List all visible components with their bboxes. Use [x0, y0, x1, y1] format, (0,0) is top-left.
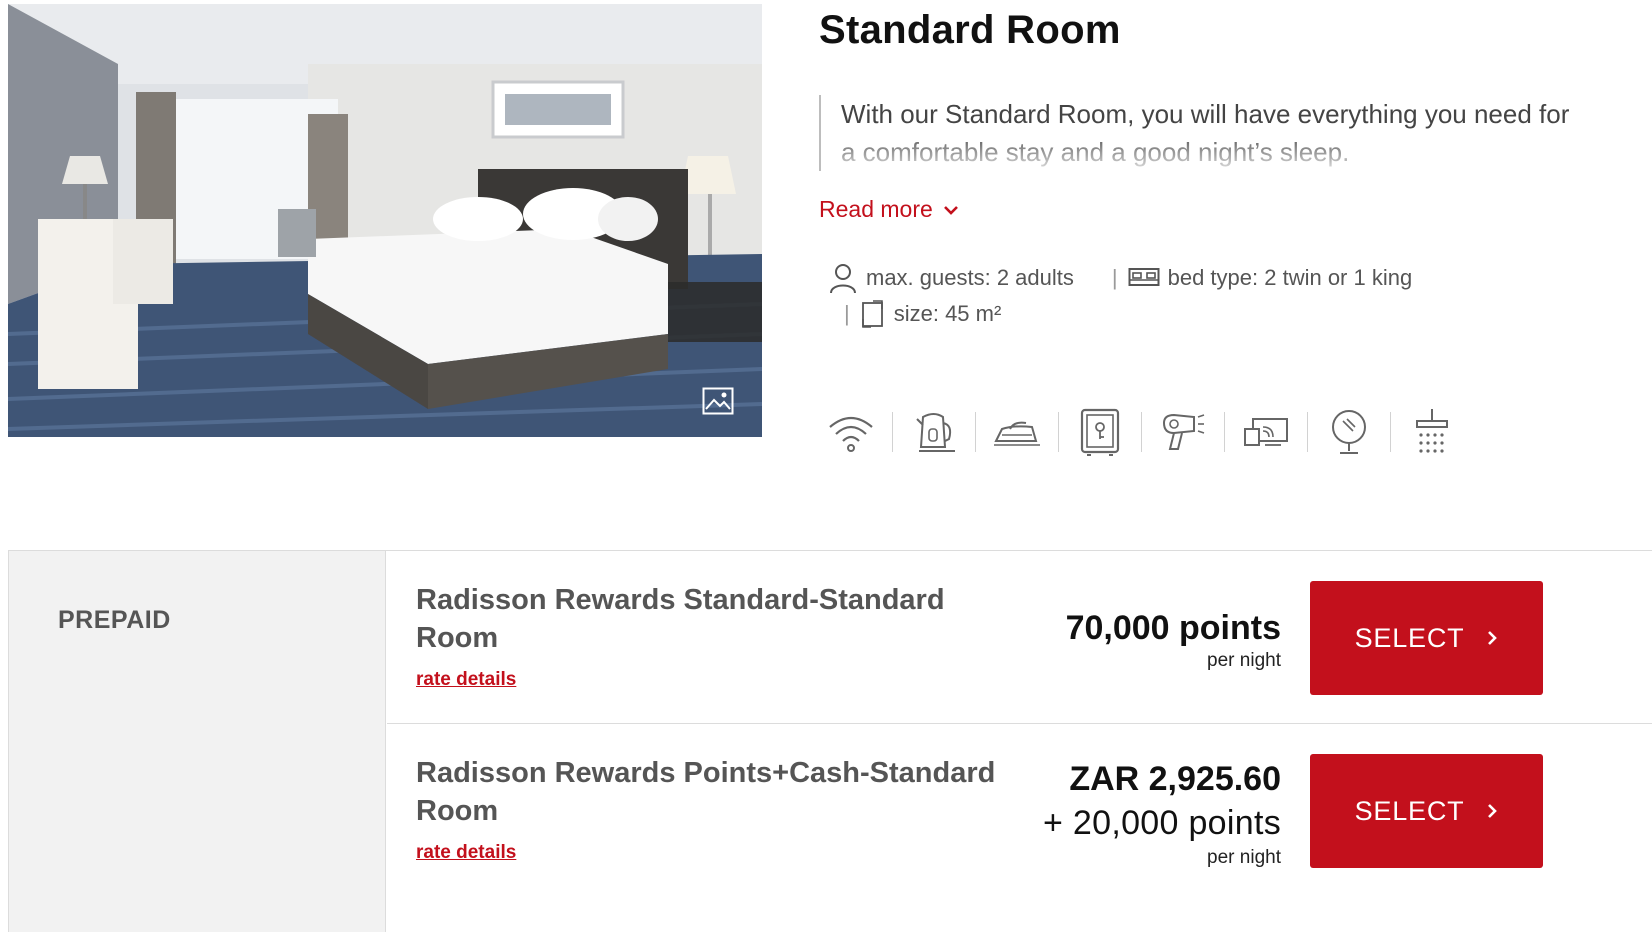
read-more-link[interactable]: Read more: [819, 196, 959, 223]
room-features: max. guests: 2 adults | bed type: 2 twin…: [828, 260, 1412, 332]
price-per-night: per night: [1207, 847, 1281, 868]
wifi-icon: [829, 416, 873, 452]
bed-icon: [1128, 268, 1160, 286]
room-photo[interactable]: [8, 4, 762, 437]
room-title: Standard Room: [819, 8, 1121, 52]
room-size-icon: [861, 300, 883, 328]
feature-row-1: max. guests: 2 adults | bed type: 2 twin…: [828, 260, 1412, 296]
safe-icon: [1080, 408, 1120, 456]
amenity-divider: [1307, 412, 1308, 452]
price-main: 70,000 points: [1065, 609, 1281, 647]
rate-name: Radisson Rewards Points+Cash-Standard Ro…: [416, 757, 996, 827]
rate-details-link[interactable]: rate details: [416, 669, 516, 691]
select-button-label: SELECT: [1354, 622, 1465, 653]
rate-price: ZAR 2,925.60 + 20,000 points per night: [1043, 758, 1281, 870]
price-per-night: per night: [1207, 650, 1281, 671]
feature-row-2: | size: 45 m²: [828, 296, 1412, 332]
chevron-down-icon: [943, 205, 958, 215]
price-extra-points: + 20,000 points: [1043, 804, 1281, 842]
rate-row: Radisson Rewards Points+Cash-Standard Ro…: [387, 724, 1652, 897]
amenity-divider: [1224, 412, 1225, 452]
tv-cast-amenity: [1241, 405, 1291, 459]
room-description: With our Standard Room, you will have ev…: [819, 95, 1579, 171]
size-text: size: 45 m²: [893, 301, 1002, 326]
amenity-divider: [1058, 412, 1059, 452]
read-more-label: Read more: [819, 196, 933, 222]
shower-icon: [1416, 409, 1448, 453]
rate-row: Radisson Rewards Standard-Standard Room …: [387, 551, 1652, 724]
price-main: ZAR 2,925.60: [1069, 760, 1281, 798]
hairdryer-amenity: [1158, 405, 1208, 459]
person-icon: [830, 264, 856, 294]
iron-icon: [994, 421, 1040, 446]
separator: |: [844, 301, 850, 326]
select-button-label: SELECT: [1354, 795, 1465, 826]
amenity-divider: [892, 412, 893, 452]
shower-amenity: [1407, 405, 1457, 459]
chevron-right-icon: [1488, 631, 1498, 645]
bed-text: bed type: 2 twin or 1 king: [1167, 265, 1413, 290]
tv-cast-icon: [1244, 418, 1288, 446]
hairdryer-icon: [1162, 413, 1205, 450]
mirror-icon: [1332, 410, 1366, 454]
rate-category-panel: PREPAID: [8, 551, 386, 932]
rate-price: 70,000 points per night: [1066, 607, 1281, 673]
wifi-amenity: [826, 405, 876, 459]
iron-amenity: [992, 405, 1042, 459]
description-fade: [821, 131, 1579, 171]
rate-name: Radisson Rewards Standard-Standard Room: [416, 584, 945, 654]
chevron-right-icon: [1488, 804, 1498, 818]
amenity-divider: [1390, 412, 1391, 452]
kettle-icon: [916, 413, 955, 452]
feature-size: size: 45 m²: [860, 299, 1002, 329]
rate-category-label: PREPAID: [58, 606, 171, 634]
separator: |: [1111, 265, 1118, 290]
gallery-icon[interactable]: [702, 387, 734, 415]
rate-details-link[interactable]: rate details: [416, 842, 516, 864]
mirror-amenity: [1324, 405, 1374, 459]
safe-amenity: [1075, 405, 1125, 459]
amenity-divider: [975, 412, 976, 452]
room-photo-illustration: [8, 4, 762, 437]
guests-text: max. guests: 2 adults: [866, 265, 1074, 290]
kettle-amenity: [909, 405, 959, 459]
amenity-divider: [1141, 412, 1142, 452]
feature-bed: bed type: 2 twin or 1 king: [1128, 265, 1413, 291]
amenities-list: [826, 405, 1457, 459]
select-button[interactable]: SELECT: [1310, 581, 1543, 695]
select-button[interactable]: SELECT: [1310, 754, 1543, 868]
rates-table: PREPAID Radisson Rewards Standard-Standa…: [8, 550, 1652, 932]
feature-guests: max. guests: 2 adults: [828, 262, 1074, 294]
